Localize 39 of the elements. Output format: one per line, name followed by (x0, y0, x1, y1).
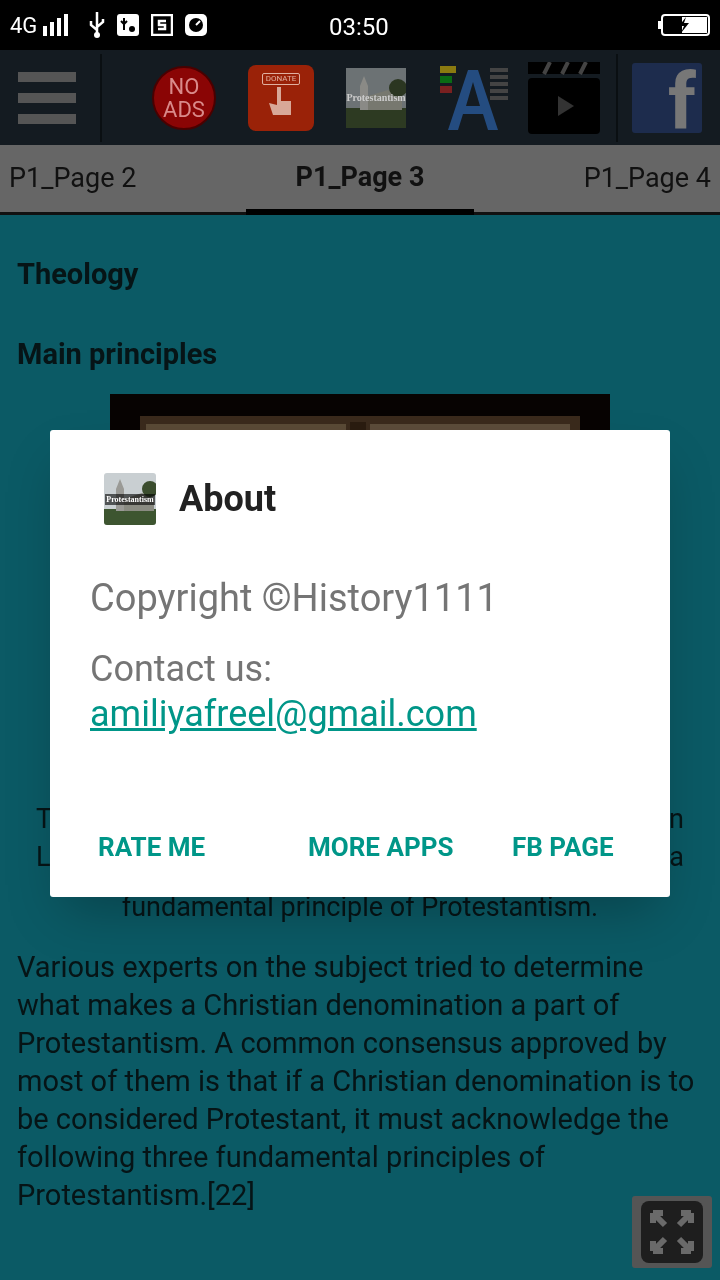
text-fragment: L (36, 840, 51, 875)
tab[interactable]: P1_Page 2 (0, 145, 237, 212)
battery-charging-icon (658, 14, 710, 36)
section-heading: Main principles (16, 335, 219, 373)
gauge-icon (185, 14, 208, 36)
usb-settings-icon (117, 14, 140, 36)
donate-button[interactable]: DONATE (248, 64, 314, 131)
text-fragment: a (669, 840, 684, 875)
network-type: 4G (10, 11, 38, 40)
font-size-button[interactable] (440, 65, 508, 130)
section-heading: Theology (16, 256, 140, 293)
email-link[interactable]: amiliyafreel@gmail.com (90, 691, 477, 737)
tab[interactable]: P1_Page 3 (246, 145, 474, 215)
video-button[interactable] (528, 61, 600, 134)
no-ads-button[interactable]: NO ADS (152, 65, 216, 130)
dialog-button[interactable]: FB PAGE (502, 822, 624, 873)
clock: 03:50 (329, 12, 389, 43)
fullscreen-button[interactable] (632, 1196, 712, 1268)
menu-icon (18, 69, 76, 126)
font-letter-icon (440, 65, 508, 130)
usb-icon (89, 12, 106, 38)
facebook-button[interactable]: f (632, 62, 702, 133)
dialog-button[interactable]: RATE ME (88, 822, 216, 873)
contact-label: Contact us: (90, 647, 273, 691)
expand-icon (641, 1201, 703, 1263)
s-app-icon (151, 14, 174, 36)
copyright-text: Copyright ©History1111 (90, 575, 499, 622)
text-fragment: n (669, 802, 684, 837)
signal-icon (43, 14, 70, 36)
app-name: Protestantism (346, 91, 406, 105)
text-fragment: T (36, 802, 53, 837)
app-name: Protestantism (105, 493, 155, 505)
body-paragraph: Various experts on the subject tried to determine what makes a Christian denomination a part of Protestantism. A common consensus approved by most of them is that if a Christian denomination is to be considered Protestant, it must acknowledge the following three fundamental principles of Protestantism.[22] (16, 949, 696, 1214)
tab[interactable]: P1_Page 4 (483, 145, 720, 212)
app-button[interactable]: Protestantism (346, 67, 406, 128)
clapperboard-icon (528, 61, 600, 134)
dialog-button[interactable]: MORE APPS (298, 822, 464, 873)
dialog-title: About (179, 477, 277, 522)
menu-button[interactable] (18, 69, 76, 126)
